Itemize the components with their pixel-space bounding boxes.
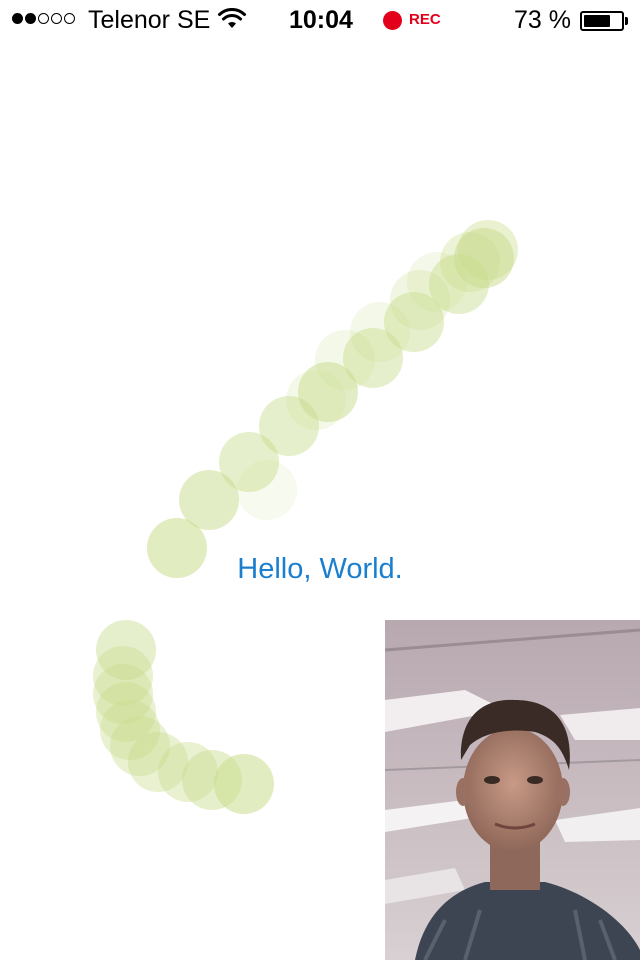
trail-upper-dot [237,460,297,520]
camera-preview [385,620,640,960]
greeting-text: Hello, World. [237,553,403,585]
trail-lower-dot [214,754,274,814]
touch-trail-upper [147,220,518,578]
screen: Telenor SE 10:04 REC 73 % Hello, World. [0,0,640,960]
trail-upper-dot [458,220,518,280]
touch-trail-lower [93,620,274,814]
